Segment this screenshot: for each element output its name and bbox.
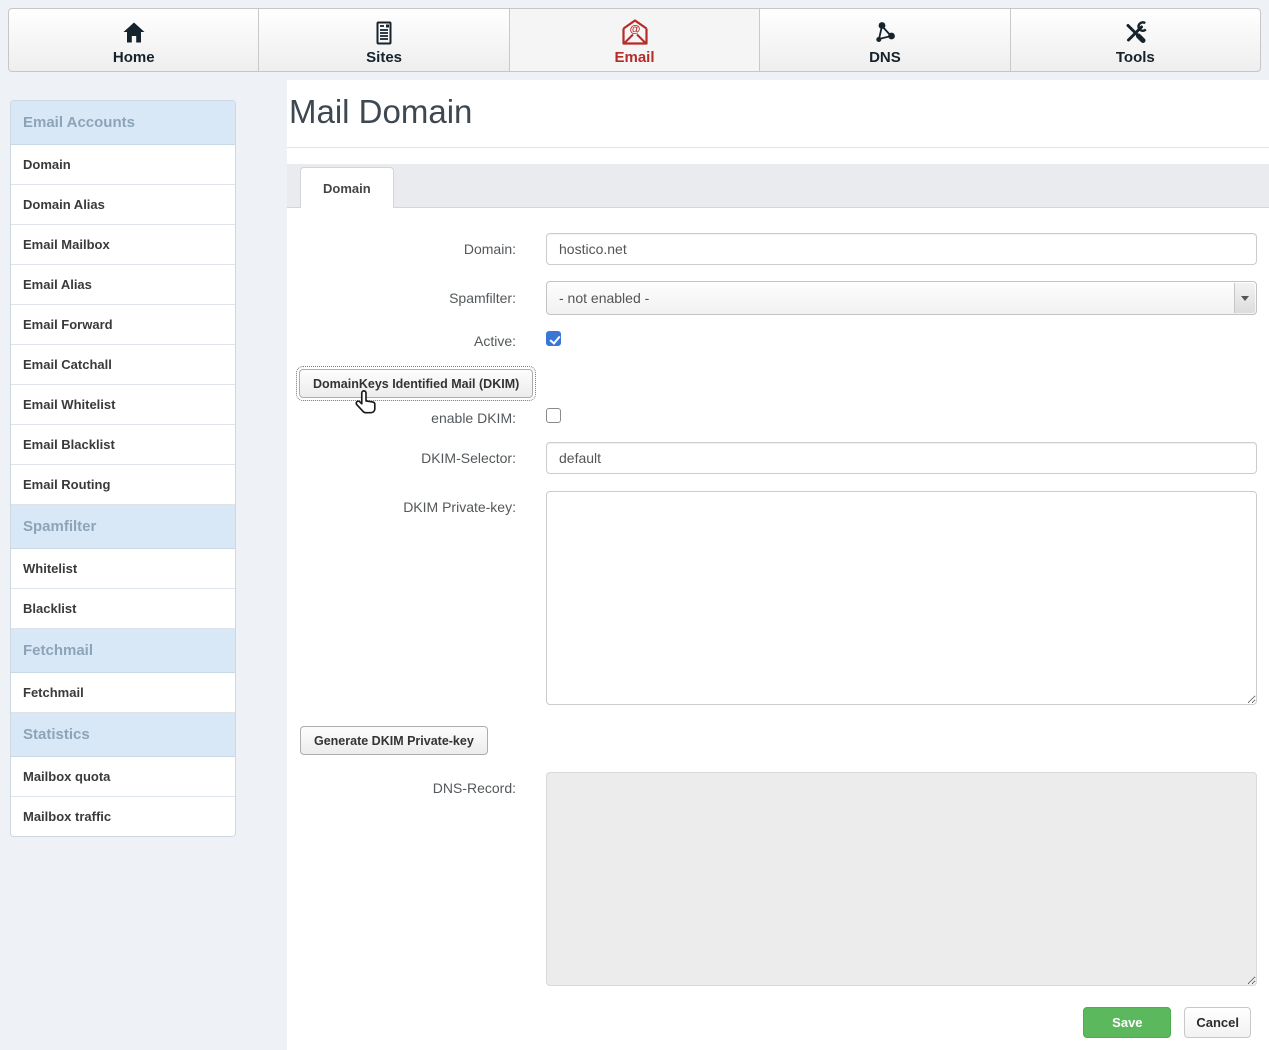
form-row-enable-dkim: enable DKIM: bbox=[287, 408, 1269, 428]
dkim-selector-input[interactable] bbox=[546, 442, 1257, 474]
sidebar-header-statistics: Statistics bbox=[11, 713, 235, 757]
form-row-active: Active: bbox=[287, 331, 1269, 351]
sidebar-item-fetchmail[interactable]: Fetchmail bbox=[11, 673, 235, 713]
sidebar: Email Accounts Domain Domain Alias Email… bbox=[10, 100, 236, 837]
dkim-selector-label: DKIM-Selector: bbox=[287, 450, 546, 466]
nav-label: Sites bbox=[366, 49, 402, 66]
form-row-domain: Domain: bbox=[287, 233, 1269, 265]
svg-text:@: @ bbox=[629, 24, 640, 36]
form-row-dkim-private-key: DKIM Private-key: bbox=[287, 491, 1269, 710]
nav-item-home[interactable]: Home bbox=[9, 9, 259, 71]
form-row-dkim-selector: DKIM-Selector: bbox=[287, 442, 1269, 474]
generate-dkim-row: Generate DKIM Private-key bbox=[300, 726, 1269, 755]
dkim-section-button[interactable]: DomainKeys Identified Mail (DKIM) bbox=[299, 369, 533, 398]
sites-icon bbox=[371, 16, 397, 46]
enable-dkim-checkbox[interactable] bbox=[546, 408, 561, 423]
email-icon: @ bbox=[620, 16, 650, 46]
dns-record-label: DNS-Record: bbox=[287, 772, 546, 796]
nav-item-dns[interactable]: DNS bbox=[760, 9, 1010, 71]
form-actions: Save Cancel bbox=[287, 1007, 1251, 1038]
nav-item-sites[interactable]: Sites bbox=[259, 9, 509, 71]
spamfilter-label: Spamfilter: bbox=[287, 290, 546, 306]
sidebar-item-email-forward[interactable]: Email Forward bbox=[11, 305, 235, 345]
nav-label: Home bbox=[113, 49, 155, 66]
nav-item-tools[interactable]: Tools bbox=[1011, 9, 1260, 71]
chevron-down-icon[interactable] bbox=[1234, 283, 1255, 313]
sidebar-item-email-mailbox[interactable]: Email Mailbox bbox=[11, 225, 235, 265]
form-row-spamfilter: Spamfilter: - not enabled - bbox=[287, 281, 1269, 315]
active-label: Active: bbox=[287, 333, 546, 349]
sidebar-item-email-blacklist[interactable]: Email Blacklist bbox=[11, 425, 235, 465]
form-row-dns-record: DNS-Record: bbox=[287, 772, 1269, 991]
active-checkbox[interactable] bbox=[546, 331, 561, 346]
sidebar-header-fetchmail: Fetchmail bbox=[11, 629, 235, 673]
sidebar-item-domain[interactable]: Domain bbox=[11, 145, 235, 185]
save-button[interactable]: Save bbox=[1083, 1007, 1171, 1038]
sidebar-item-email-alias[interactable]: Email Alias bbox=[11, 265, 235, 305]
dns-record-textarea[interactable] bbox=[546, 772, 1257, 986]
tools-icon bbox=[1122, 16, 1148, 46]
dkim-section-row: DomainKeys Identified Mail (DKIM) bbox=[299, 369, 1269, 398]
sidebar-item-whitelist[interactable]: Whitelist bbox=[11, 549, 235, 589]
dkim-private-key-label: DKIM Private-key: bbox=[287, 491, 546, 515]
cancel-button[interactable]: Cancel bbox=[1184, 1007, 1251, 1038]
dns-icon bbox=[872, 16, 898, 46]
dkim-private-key-textarea[interactable] bbox=[546, 491, 1257, 705]
title-divider bbox=[287, 147, 1269, 148]
top-navbar: Home Sites @ Email bbox=[8, 8, 1261, 72]
domain-label: Domain: bbox=[287, 241, 546, 257]
sidebar-item-mailbox-traffic[interactable]: Mailbox traffic bbox=[11, 797, 235, 836]
sidebar-header-spamfilter: Spamfilter bbox=[11, 505, 235, 549]
sidebar-item-email-whitelist[interactable]: Email Whitelist bbox=[11, 385, 235, 425]
sidebar-header-email-accounts: Email Accounts bbox=[11, 101, 235, 145]
domain-input[interactable] bbox=[546, 233, 1257, 265]
nav-label: Tools bbox=[1116, 49, 1155, 66]
nav-label: DNS bbox=[869, 49, 901, 66]
sidebar-item-email-catchall[interactable]: Email Catchall bbox=[11, 345, 235, 385]
nav-label: Email bbox=[615, 49, 655, 66]
nav-item-email[interactable]: @ Email bbox=[510, 9, 760, 71]
enable-dkim-label: enable DKIM: bbox=[287, 410, 546, 426]
generate-dkim-button[interactable]: Generate DKIM Private-key bbox=[300, 726, 488, 755]
tab-domain[interactable]: Domain bbox=[300, 167, 394, 208]
sidebar-item-email-routing[interactable]: Email Routing bbox=[11, 465, 235, 505]
sidebar-item-blacklist[interactable]: Blacklist bbox=[11, 589, 235, 629]
page-title: Mail Domain bbox=[289, 93, 1269, 131]
main-content: Mail Domain Domain Domain: Spamfilter: -… bbox=[287, 80, 1269, 1050]
tab-bar: Domain bbox=[287, 164, 1269, 208]
home-icon bbox=[121, 16, 147, 46]
spamfilter-selected-value: - not enabled - bbox=[559, 290, 649, 306]
mail-domain-form: Domain: Spamfilter: - not enabled - Acti… bbox=[287, 208, 1269, 1038]
spamfilter-select[interactable]: - not enabled - bbox=[546, 281, 1257, 315]
sidebar-item-mailbox-quota[interactable]: Mailbox quota bbox=[11, 757, 235, 797]
sidebar-item-domain-alias[interactable]: Domain Alias bbox=[11, 185, 235, 225]
